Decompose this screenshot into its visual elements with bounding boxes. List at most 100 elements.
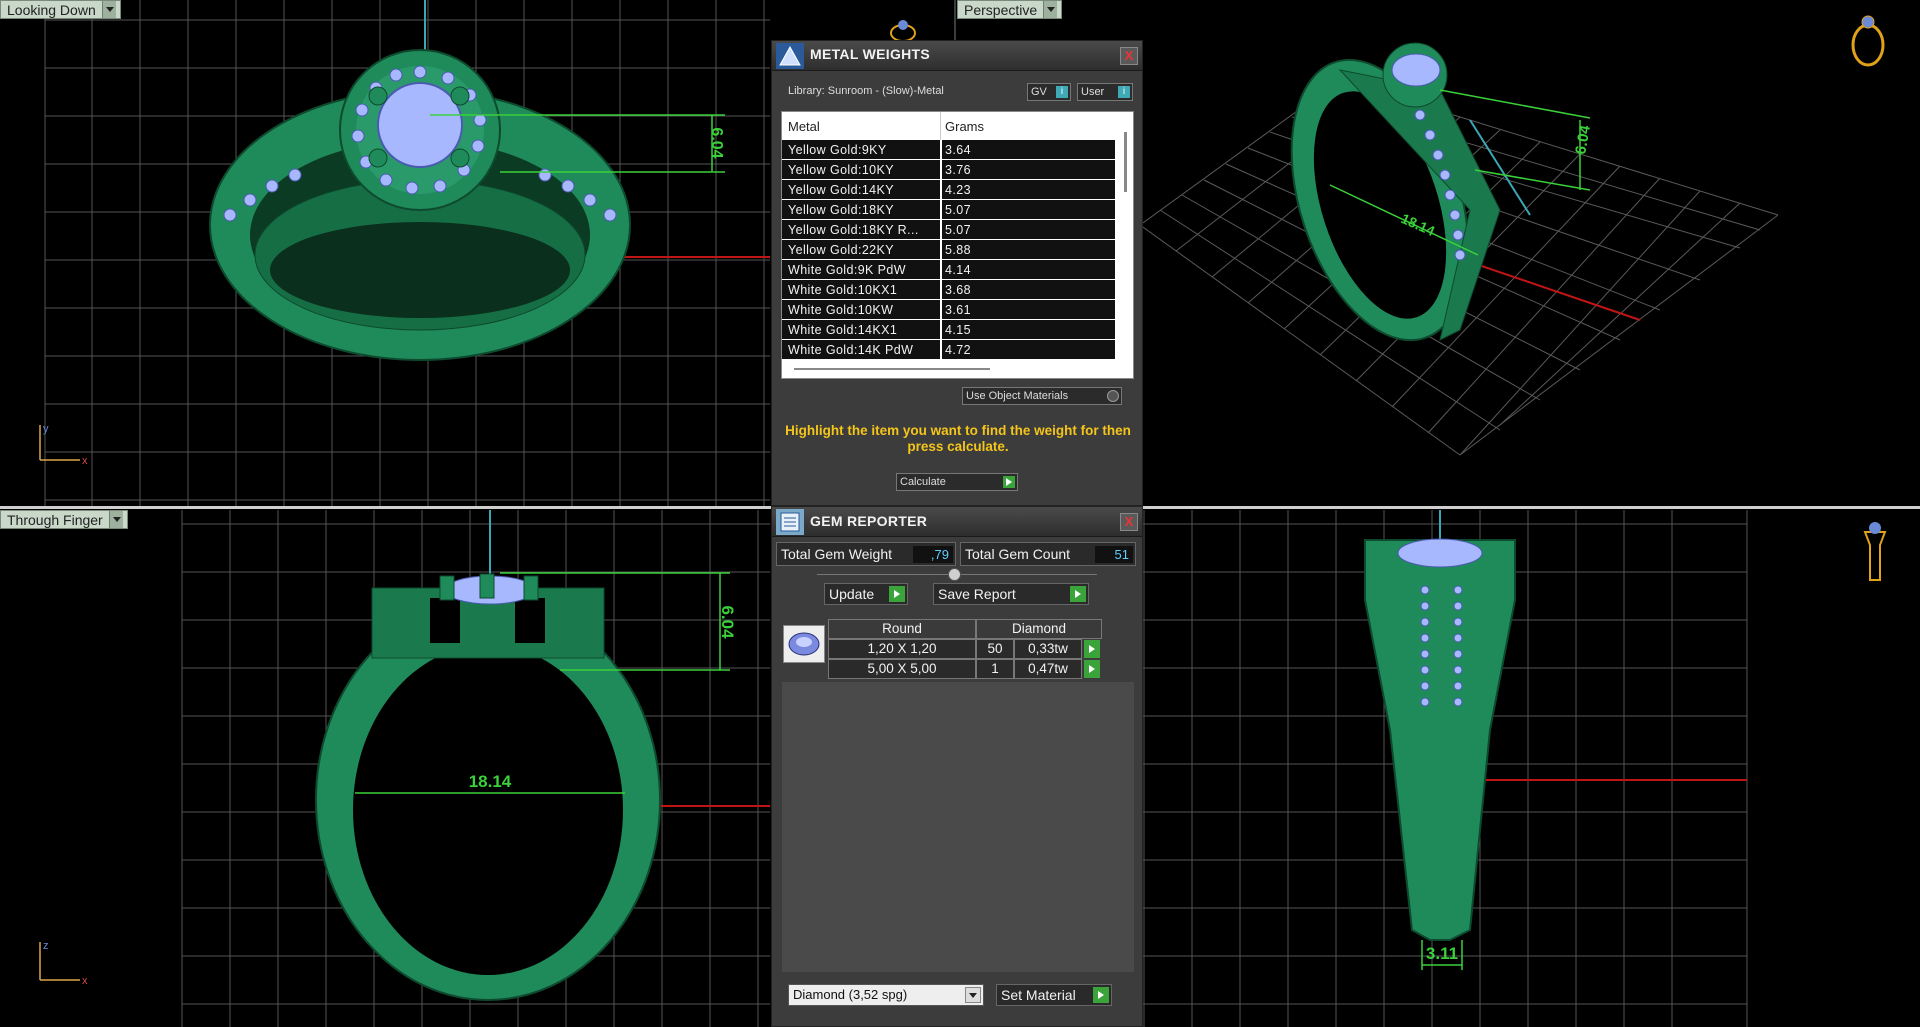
metal-grams: 4.14 (945, 263, 971, 277)
vertical-scrollbar[interactable] (1124, 132, 1127, 192)
save-report-label: Save Report (938, 586, 1016, 602)
close-button[interactable]: X (1120, 47, 1138, 65)
table-row[interactable]: Yellow Gold:10KY 3.76 (782, 160, 1115, 180)
gem-count: 50 (976, 639, 1014, 659)
horizontal-scrollbar[interactable] (794, 368, 990, 370)
metal-grams: 4.15 (945, 323, 971, 337)
info-icon: i (1056, 86, 1068, 98)
table-row[interactable]: White Gold:14K PdW 4.72 (782, 340, 1115, 360)
panel-title: GEM REPORTER (810, 513, 928, 529)
metal-grams: 3.61 (945, 303, 971, 317)
dim-height-label: 6.04 (1572, 123, 1594, 155)
table-row[interactable]: Yellow Gold:22KY 5.88 (782, 240, 1115, 260)
metal-grams: 3.64 (945, 143, 971, 157)
total-gem-weight-label: Total Gem Weight (781, 546, 893, 562)
gem-weight: 0,33tw (1014, 639, 1082, 659)
chevron-down-icon[interactable] (108, 511, 123, 528)
splitter-handle[interactable] (948, 568, 961, 581)
metal-name: Yellow Gold:14KY (788, 183, 895, 197)
info-icon: i (1118, 86, 1130, 98)
set-material-label: Set Material (1001, 987, 1076, 1003)
viewport-looking-down-canvas: 6.04 x y (39, 0, 770, 506)
total-gem-weight-field: Total Gem Weight ,79 (776, 542, 956, 566)
viewport-label-text: Looking Down (7, 1, 96, 18)
table-row[interactable]: White Gold:14KX1 4.15 (782, 320, 1115, 340)
gem-thumbnail[interactable] (783, 625, 825, 663)
viewport-label-perspective[interactable]: Perspective (957, 0, 1063, 19)
set-material-button[interactable]: Set Material (996, 984, 1112, 1006)
use-object-materials-toggle[interactable]: Use Object Materials (962, 387, 1122, 405)
viewport-label-looking-down[interactable]: Looking Down (0, 0, 121, 19)
metal-table-header: Metal Grams (782, 112, 1133, 140)
total-gem-count-field: Total Gem Count 51 (960, 542, 1136, 566)
play-icon[interactable] (1084, 640, 1100, 658)
gem-list-area (782, 682, 1134, 972)
metal-weights-icon (776, 43, 804, 69)
gem-material-header: Diamond (976, 619, 1102, 639)
viewport-through-finger[interactable]: 6.04 18.14 x z Through Finger (0, 510, 770, 1027)
play-icon (1003, 476, 1015, 488)
chevron-down-icon[interactable] (965, 987, 981, 1003)
column-header-metal[interactable]: Metal (788, 119, 820, 134)
app-window: 6.04 x y Looking Down Perspective 6.04 1… (0, 0, 1920, 1027)
gem-reporter-titlebar[interactable]: GEM REPORTER X (772, 507, 1142, 537)
chevron-down-icon[interactable] (1043, 1, 1058, 18)
metal-name: White Gold:14K PdW (788, 343, 914, 357)
viewport-side-canvas: 3.11 (1140, 510, 1887, 1027)
metal-grams: 5.07 (945, 203, 971, 217)
library-label: Library: Sunroom - (Slow)-Metal (788, 85, 944, 97)
table-row[interactable]: White Gold:10KX1 3.68 (782, 280, 1115, 300)
axis-z-label: z (43, 940, 49, 952)
metal-name: White Gold:10KW (788, 303, 894, 317)
table-row[interactable]: Yellow Gold:18KY 5.07 (782, 200, 1115, 220)
axis-x-label: x (82, 455, 88, 467)
viewport-side[interactable]: 3.11 (1140, 510, 1920, 1027)
gem-count: 1 (976, 659, 1014, 679)
metal-grams: 3.76 (945, 163, 971, 177)
calculate-label: Calculate (900, 476, 946, 488)
viewport-perspective-canvas: 6.04 18.14 (1140, 15, 1885, 456)
chevron-down-icon[interactable] (101, 1, 116, 18)
gem-shape-header: Round (828, 619, 976, 639)
viewport-label-text: Perspective (964, 1, 1038, 18)
column-header-grams[interactable]: Grams (945, 119, 984, 134)
user-button[interactable]: User i (1077, 83, 1133, 101)
close-button[interactable]: X (1120, 513, 1138, 531)
table-row[interactable]: White Gold:9K PdW 4.14 (782, 260, 1115, 280)
calculate-button[interactable]: Calculate (896, 473, 1018, 491)
metal-table[interactable]: Metal Grams Yellow Gold:9KY 3.64 Yellow Go… (781, 111, 1134, 379)
play-icon (889, 586, 905, 602)
table-row[interactable]: Yellow Gold:14KY 4.23 (782, 180, 1115, 200)
metal-grams: 5.88 (945, 243, 971, 257)
metal-weights-titlebar[interactable]: METAL WEIGHTS X (772, 41, 1142, 71)
gv-label: GV (1031, 86, 1047, 98)
total-gem-count-label: Total Gem Count (965, 546, 1071, 562)
metal-grams: 4.72 (945, 343, 971, 357)
gem-weight: 0,47tw (1014, 659, 1082, 679)
table-row[interactable]: White Gold:10KW 3.61 (782, 300, 1115, 320)
dim-diameter-label: 18.14 (469, 772, 512, 791)
gem-reporter-icon (776, 509, 804, 535)
viewport-perspective-header: Perspective (770, 0, 1140, 40)
table-row[interactable]: Yellow Gold:9KY 3.64 (782, 140, 1115, 160)
viewport-label-through-finger[interactable]: Through Finger (0, 510, 128, 529)
gv-button[interactable]: GV i (1027, 83, 1071, 101)
metal-grams: 4.23 (945, 183, 971, 197)
update-button[interactable]: Update (824, 583, 908, 605)
round-gem-icon (788, 632, 820, 656)
viewport-looking-down[interactable]: 6.04 x y Looking Down (0, 0, 770, 506)
save-report-button[interactable]: Save Report (933, 583, 1089, 605)
viewport-perspective[interactable]: 6.04 18.14 (1140, 0, 1920, 506)
play-icon[interactable] (1084, 660, 1100, 678)
metal-weights-panel: METAL WEIGHTS X Library: Sunroom - (Slow… (771, 40, 1143, 506)
metal-table-body: Yellow Gold:9KY 3.64 Yellow Gold:10KY 3.76 Y… (782, 140, 1115, 360)
toggle-icon (1107, 390, 1119, 402)
metal-name: Yellow Gold:22KY (788, 243, 895, 257)
use-object-materials-label: Use Object Materials (966, 390, 1069, 402)
table-row[interactable]: Yellow Gold:18KY R... 5.07 (782, 220, 1115, 240)
material-select[interactable]: Diamond (3,52 spg) (788, 984, 984, 1006)
dim-bottom-label: 3.11 (1426, 944, 1458, 963)
ring-side-icon (1863, 522, 1887, 581)
dim-height-label: 6.04 (708, 127, 725, 158)
metal-grams: 3.68 (945, 283, 971, 297)
